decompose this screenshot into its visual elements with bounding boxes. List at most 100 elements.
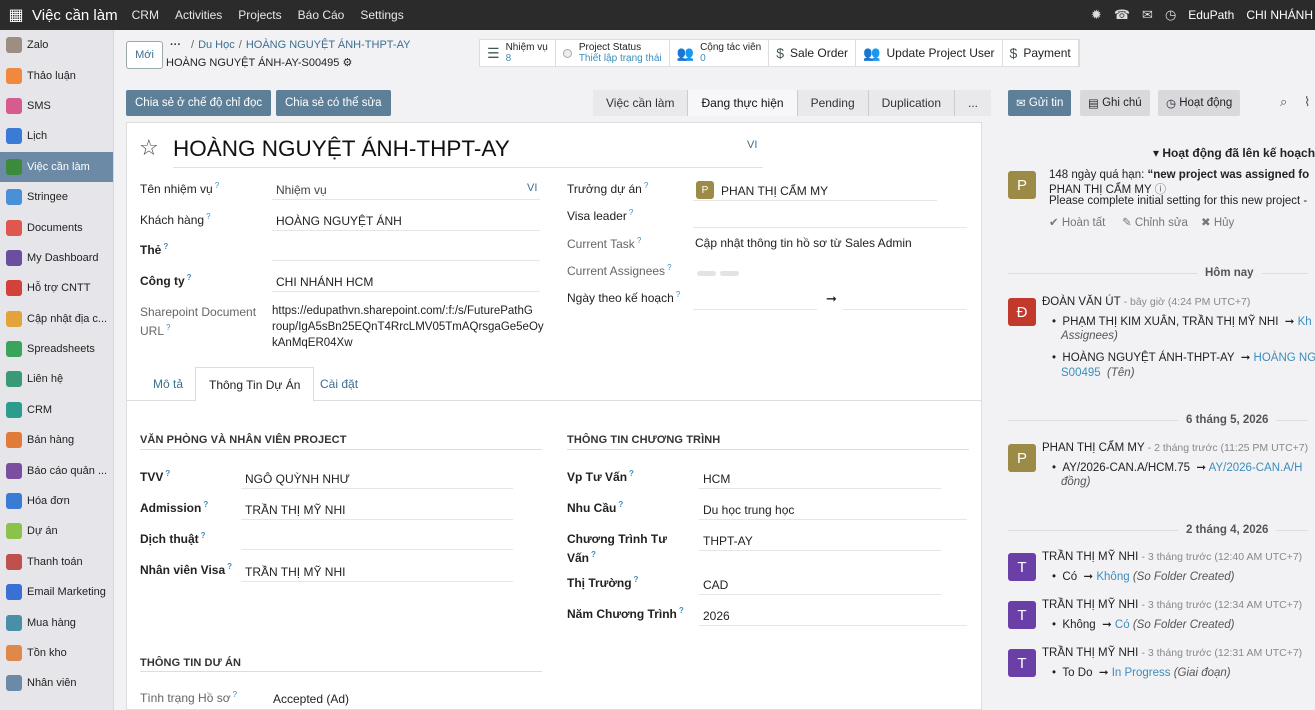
date-separator: 2 tháng 4, 2026 <box>1178 524 1277 536</box>
sidebar-item[interactable]: CRM <box>0 395 113 425</box>
sidebar-item[interactable]: Spreadsheets <box>0 334 113 364</box>
sidebar-item[interactable]: Nhân viên <box>0 668 113 698</box>
sidebar-item[interactable]: Stringee <box>0 182 113 212</box>
sidebar-item[interactable]: Zalo <box>0 30 113 60</box>
chat-icon[interactable]: ✉ <box>1142 7 1153 23</box>
app-icon <box>6 614 22 631</box>
sidebar-item[interactable]: Hỗ trợ CNTT <box>0 273 113 303</box>
task-name-input[interactable]: Nhiệm vụ <box>276 183 327 197</box>
clock-icon[interactable]: ◷ <box>1165 7 1176 23</box>
file-status-input[interactable]: Accepted (Ad) <box>273 692 349 706</box>
paperclip-icon[interactable]: ⌇ <box>1304 94 1310 110</box>
tab-settings[interactable]: Cài đặt <box>307 367 371 401</box>
admission-input[interactable]: TRẦN THỊ MỸ NHI <box>245 503 345 517</box>
menu-projects[interactable]: Projects <box>238 8 281 22</box>
sidebar-item[interactable]: Liên hệ <box>0 364 113 394</box>
section-program-info: THÔNG TIN CHƯƠNG TRÌNH <box>567 434 721 446</box>
sidebar-item[interactable]: Cập nhật địa c... <box>0 304 113 334</box>
mark-done-button[interactable]: ✔ Hoàn tất <box>1049 215 1105 229</box>
edit-activity-button[interactable]: ✎ Chỉnh sửa <box>1122 215 1188 229</box>
sidebar-item[interactable]: Thảo luận <box>0 60 113 90</box>
menu-activities[interactable]: Activities <box>175 8 222 22</box>
share-readonly-button[interactable]: Chia sẻ ở chế độ chỉ đọc <box>126 90 272 116</box>
menu-settings[interactable]: Settings <box>360 8 403 22</box>
sidebar-item[interactable]: Bán hàng <box>0 425 113 455</box>
sidebar-item[interactable]: Mua hàng <box>0 607 113 637</box>
sidebar-item[interactable]: Lịch <box>0 121 113 151</box>
avatar: P <box>1008 171 1036 199</box>
sidebar-item-label: Email Marketing <box>27 586 106 599</box>
stage-duplication[interactable]: Duplication <box>869 90 955 116</box>
sale-order-button[interactable]: $ Sale Order <box>769 40 857 66</box>
project-status-button[interactable]: Project Status Thiết lập trạng thái <box>556 40 670 66</box>
activity-description: Please complete initial setting for this… <box>1049 195 1308 207</box>
branch-name[interactable]: CHI NHÁNH <box>1246 8 1313 22</box>
bug-icon[interactable]: ✹ <box>1091 7 1102 23</box>
apps-menu-icon[interactable]: ▦ <box>0 5 32 25</box>
phone-icon[interactable]: ☎ <box>1114 7 1130 23</box>
send-message-button[interactable]: ✉ Gửi tin <box>1008 90 1072 116</box>
title-lang-button[interactable]: VI <box>747 139 757 151</box>
menu-crm[interactable]: CRM <box>132 8 159 22</box>
sidebar-item[interactable]: Báo cáo quản ... <box>0 455 113 485</box>
tasks-stat-button[interactable]: ☰ Nhiệm vụ 8 <box>480 40 556 66</box>
planned-activities-toggle[interactable]: ▾ Hoạt động đã lên kế hoạch <box>1153 146 1315 160</box>
sidebar-item[interactable]: Dự án <box>0 516 113 546</box>
stage-pending[interactable]: Pending <box>798 90 869 116</box>
sidebar-item-label: Dự án <box>27 525 58 538</box>
app-icon <box>6 310 22 327</box>
visa-staff-input[interactable]: TRẦN THỊ MỸ NHI <box>245 565 345 579</box>
app-icon <box>6 401 22 418</box>
company-name[interactable]: EduPath <box>1188 8 1234 22</box>
sidebar-item[interactable]: SMS <box>0 91 113 121</box>
program-input[interactable]: THPT-AY <box>703 534 753 548</box>
sharepoint-url-field[interactable]: https://edupathvn.sharepoint.com/:f:/s/F… <box>272 303 544 351</box>
company-input[interactable]: CHI NHÁNH HCM <box>276 275 373 289</box>
update-project-user-button[interactable]: 👥 Update Project User <box>856 40 1003 66</box>
app-icon <box>6 371 22 388</box>
collaborators-button[interactable]: 👥 Cộng tác viên 0 <box>670 40 770 66</box>
log-note-button[interactable]: ▤ Ghi chú <box>1080 90 1150 116</box>
sidebar-item-label: Báo cáo quản ... <box>27 464 108 477</box>
need-label: Nhu Cầu? <box>567 500 624 515</box>
sidebar-item[interactable]: My Dashboard <box>0 243 113 273</box>
planned-date-label: Ngày theo kế hoạch? <box>567 290 681 305</box>
cancel-activity-button[interactable]: ✖ Hủy <box>1201 215 1234 229</box>
sidebar-item[interactable]: Thanh toán <box>0 547 113 577</box>
customer-input[interactable]: HOÀNG NGUYỆT ÁNH <box>276 214 402 228</box>
share-edit-button[interactable]: Chia sẻ có thể sửa <box>276 90 391 116</box>
gear-icon[interactable]: ⚙ <box>342 57 352 69</box>
tvv-input[interactable]: NGÔ QUỲNH NHƯ <box>245 472 350 486</box>
market-input[interactable]: CAD <box>703 578 728 592</box>
sidebar-item[interactable]: Tồn kho <box>0 638 113 668</box>
need-input[interactable]: Du học trung học <box>703 503 794 517</box>
task-title[interactable]: HOÀNG NGUYỆT ÁNH-THPT-AY <box>173 136 510 162</box>
stage-todo[interactable]: Việc cần làm <box>593 90 689 116</box>
task-name-lang-button[interactable]: VI <box>527 182 537 194</box>
sidebar-item[interactable]: Email Marketing <box>0 577 113 607</box>
visa-leader-label: Visa leader? <box>567 208 634 223</box>
main-content: Mới ··· / Du Học / HOÀNG NGUYỆT ÁNH-THPT-AY … <box>114 30 1315 710</box>
program-year-input[interactable]: 2026 <box>703 609 730 623</box>
stage-in-progress[interactable]: Đang thực hiện <box>688 90 798 116</box>
new-button[interactable]: Mới <box>126 41 163 69</box>
tab-description[interactable]: Mô tả <box>140 367 196 401</box>
translation-label: Dịch thuật? <box>140 531 206 546</box>
sidebar-item[interactable]: Documents <box>0 212 113 242</box>
app-name[interactable]: Việc cần làm <box>32 7 118 24</box>
sidebar-item[interactable]: Hóa đơn <box>0 486 113 516</box>
project-lead-input[interactable]: PHAN THỊ CẨM MY <box>721 184 828 198</box>
breadcrumb-more-icon[interactable]: ··· <box>170 39 181 51</box>
tab-project-info[interactable]: Thông Tin Dự Án <box>195 367 315 402</box>
sidebar-item-label: Thảo luận <box>27 69 76 82</box>
breadcrumb-du-hoc[interactable]: Du Học <box>198 39 235 51</box>
breadcrumb-project[interactable]: HOÀNG NGUYỆT ÁNH-THPT-AY <box>246 39 411 51</box>
schedule-activity-button[interactable]: ◷ Hoạt động <box>1158 90 1241 116</box>
search-icon[interactable]: ⌕ <box>1280 94 1287 110</box>
menu-reports[interactable]: Báo Cáo <box>298 8 345 22</box>
vp-input[interactable]: HCM <box>703 472 730 486</box>
tasks-icon: ☰ <box>487 44 500 61</box>
star-icon[interactable]: ☆ <box>139 135 159 161</box>
sidebar-item-label: SMS <box>27 99 51 112</box>
sidebar-item[interactable]: Việc cần làm <box>0 151 113 182</box>
